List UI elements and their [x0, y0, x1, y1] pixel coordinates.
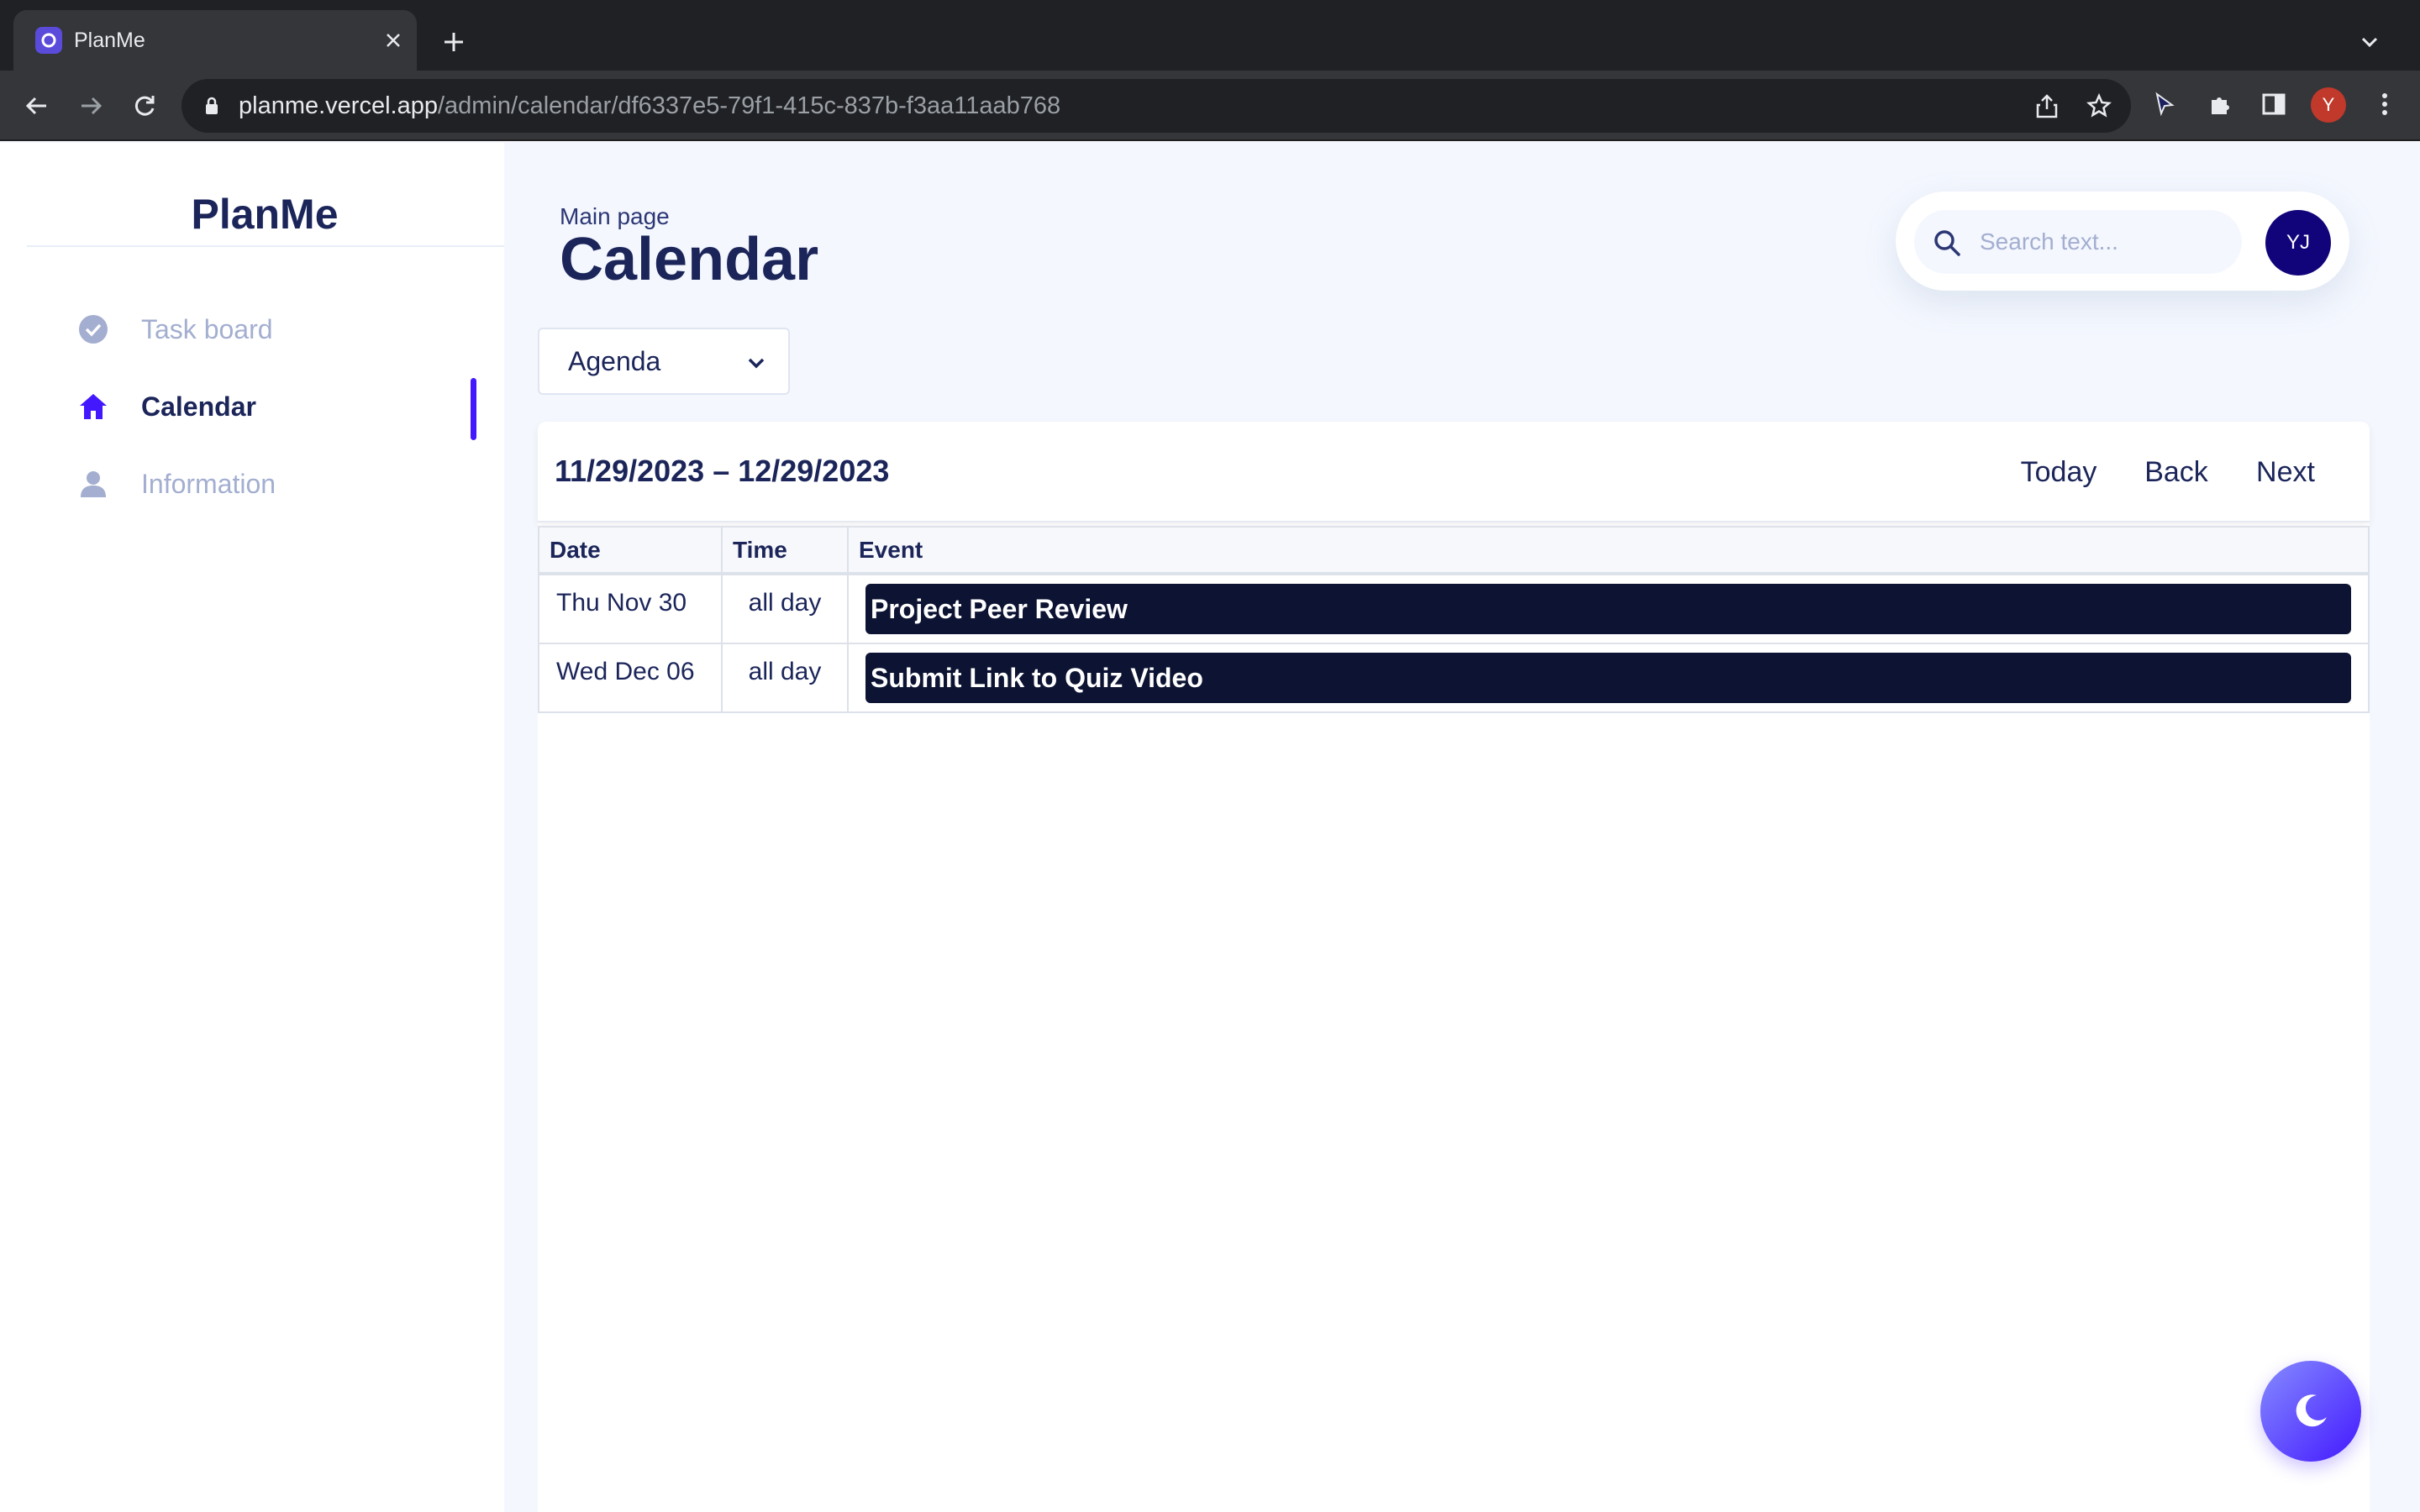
forward-arrow-icon[interactable]: [72, 87, 109, 124]
address-bar[interactable]: planme.vercel.app/admin/calendar/df6337e…: [182, 79, 2131, 133]
side-panel-icon[interactable]: [2257, 87, 2291, 121]
next-button[interactable]: Next: [2244, 447, 2328, 497]
person-icon: [76, 466, 111, 501]
agenda-date: Wed Dec 06: [538, 643, 723, 713]
extensions-puzzle-icon[interactable]: [2203, 87, 2237, 121]
sidebar: PlanMe Task board Calendar Information: [0, 143, 504, 1512]
active-nav-indicator: [471, 378, 476, 440]
browser-tab[interactable]: PlanMe: [13, 10, 417, 71]
url-host: planme.vercel.app: [239, 92, 438, 119]
agenda-time: all day: [721, 643, 849, 713]
agenda-event-cell: Project Peer Review: [847, 573, 2370, 644]
url-text: planme.vercel.app/admin/calendar/df6337e…: [239, 92, 1060, 120]
search-bar: YJ: [1896, 192, 2349, 291]
reload-icon[interactable]: [126, 87, 163, 124]
date-range-label: 11/29/2023 – 12/29/2023: [555, 454, 890, 488]
browser-toolbar: planme.vercel.app/admin/calendar/df6337e…: [0, 71, 2420, 141]
close-tab-icon[interactable]: [378, 25, 408, 55]
sidebar-item-information[interactable]: Information: [76, 460, 479, 507]
sidebar-item-task-board[interactable]: Task board: [76, 306, 479, 353]
agenda-row: Thu Nov 30 all day Project Peer Review: [538, 573, 2370, 644]
calendar-toolbar: 11/29/2023 – 12/29/2023 Today Back Next: [538, 422, 2370, 522]
sidebar-item-label: Information: [141, 468, 276, 499]
planme-favicon-icon: [35, 27, 62, 54]
column-header-date: Date: [538, 526, 723, 575]
agenda-time: all day: [721, 573, 849, 644]
home-icon: [76, 389, 111, 424]
view-select-value: Agenda: [568, 346, 661, 376]
sidebar-divider: [27, 245, 504, 247]
share-icon[interactable]: [2032, 91, 2062, 121]
browser-tab-bar: PlanMe: [0, 0, 2420, 71]
bookmark-star-icon[interactable]: [2084, 91, 2114, 121]
search-icon: [1934, 230, 1960, 256]
browser-menu-kebab-icon[interactable]: [2368, 87, 2402, 121]
moon-icon: [2296, 1394, 2327, 1427]
chevron-down-icon: [748, 358, 765, 369]
calendar-view-select[interactable]: Agenda: [538, 328, 790, 395]
dark-mode-toggle-button[interactable]: [2260, 1361, 2361, 1462]
tab-list-chevron-icon[interactable]: [2353, 25, 2386, 59]
event-chip[interactable]: Submit Link to Quiz Video: [865, 653, 2351, 703]
column-header-event: Event: [847, 526, 2370, 575]
tab-title: PlanMe: [74, 29, 145, 52]
user-avatar[interactable]: YJ: [2265, 210, 2331, 276]
column-header-time: Time: [721, 526, 849, 575]
url-path: /admin/calendar/df6337e5-79f1-415c-837b-…: [437, 92, 1061, 119]
sidebar-item-calendar[interactable]: Calendar: [76, 383, 479, 430]
browser-profile-avatar[interactable]: Y: [2311, 87, 2346, 123]
page-title: Calendar: [560, 226, 819, 293]
new-tab-icon[interactable]: [437, 25, 471, 59]
agenda-event-cell: Submit Link to Quiz Video: [847, 643, 2370, 713]
lock-icon: [202, 96, 222, 116]
today-button[interactable]: Today: [2008, 447, 2109, 497]
back-arrow-icon[interactable]: [18, 87, 55, 124]
check-circle-icon: [76, 312, 111, 347]
back-button[interactable]: Back: [2134, 447, 2218, 497]
cursor-extension-icon[interactable]: [2148, 87, 2181, 121]
agenda-table: Date Time Event Thu Nov 30 all day Proje…: [538, 526, 2370, 713]
sidebar-item-label: Task board: [141, 313, 273, 344]
calendar-card: 11/29/2023 – 12/29/2023 Today Back Next …: [538, 422, 2370, 1512]
sidebar-item-label: Calendar: [141, 391, 256, 422]
agenda-row: Wed Dec 06 all day Submit Link to Quiz V…: [538, 643, 2370, 713]
brand-logo-text: PlanMe: [191, 191, 339, 238]
event-chip[interactable]: Project Peer Review: [865, 584, 2351, 634]
search-input[interactable]: [1978, 222, 2230, 262]
agenda-date: Thu Nov 30: [538, 573, 723, 644]
agenda-header-row: Date Time Event: [538, 526, 2370, 575]
search-field[interactable]: [1914, 210, 2242, 274]
